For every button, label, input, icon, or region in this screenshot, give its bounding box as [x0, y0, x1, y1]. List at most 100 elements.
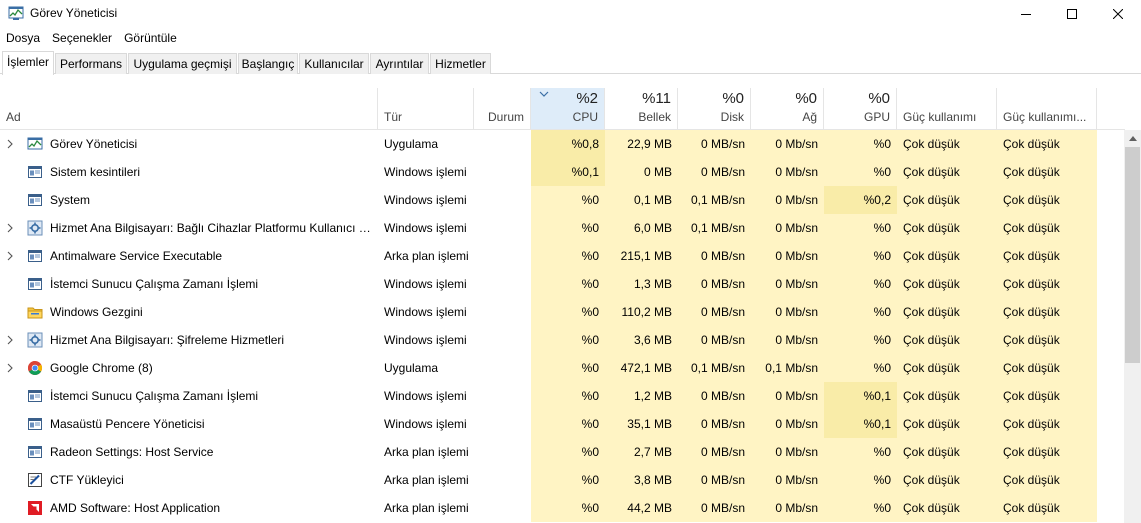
process-gpu: %0 — [824, 214, 897, 242]
process-memory: 22,9 MB — [605, 130, 678, 158]
process-power: Çok düşük — [897, 242, 997, 270]
menu-file[interactable]: Dosya — [0, 28, 46, 48]
tab-users[interactable]: Kullanıcılar — [299, 53, 369, 74]
window-title: Görev Yöneticisi — [30, 6, 118, 20]
scroll-up-button[interactable] — [1124, 130, 1141, 147]
vertical-scrollbar[interactable] — [1124, 130, 1141, 523]
tab-startup[interactable]: Başlangıç — [238, 53, 298, 74]
minimize-button[interactable] — [1003, 0, 1049, 27]
process-row[interactable]: System Windows işlemi %0 0,1 MB 0,1 MB/sn 0 M… — [0, 186, 1125, 214]
process-power: Çok düşük — [897, 354, 997, 382]
tab-details[interactable]: Ayrıntılar — [370, 53, 429, 74]
process-cpu: %0 — [531, 298, 605, 326]
process-memory: 3,8 MB — [605, 466, 678, 494]
process-row[interactable]: CTF Yükleyici Arka plan işlemi %0 3,8 MB 0 M… — [0, 466, 1125, 494]
expand-chevron-icon[interactable] — [6, 223, 14, 233]
maximize-icon — [1067, 8, 1077, 19]
process-disk: 0 MB/sn — [678, 382, 751, 410]
menu-options[interactable]: Seçenekler — [46, 28, 118, 48]
process-network: 0 Mb/sn — [751, 382, 824, 410]
tab-processes[interactable]: İşlemler — [2, 51, 54, 75]
column-header-memory[interactable]: %11 Bellek — [605, 88, 678, 129]
scroll-thumb[interactable] — [1125, 147, 1140, 363]
process-disk: 0 MB/sn — [678, 494, 751, 522]
expand-chevron-icon[interactable] — [6, 335, 14, 345]
column-header-power-trend[interactable]: Güç kullanımı... — [997, 88, 1097, 129]
process-status — [474, 466, 531, 494]
process-row[interactable]: Antimalware Service Executable Arka plan … — [0, 242, 1125, 270]
column-header-power[interactable]: Güç kullanımı — [897, 88, 997, 129]
menu-view[interactable]: Görüntüle — [118, 28, 183, 48]
process-cpu: %0 — [531, 466, 605, 494]
process-gpu: %0 — [824, 130, 897, 158]
process-power: Çok düşük — [897, 494, 997, 522]
expand-chevron-icon[interactable] — [6, 363, 14, 373]
maximize-button[interactable] — [1049, 0, 1095, 27]
process-row[interactable]: Hizmet Ana Bilgisayarı: Şifreleme Hizmet… — [0, 326, 1125, 354]
tab-performance[interactable]: Performans — [55, 53, 127, 74]
process-row[interactable]: Radeon Settings: Host Service Arka plan i… — [0, 438, 1125, 466]
process-power: Çok düşük — [897, 158, 997, 186]
gpu-total: %0 — [868, 90, 890, 107]
column-header-name[interactable]: Ad — [0, 88, 378, 129]
gear-icon — [27, 220, 43, 236]
process-row[interactable]: İstemci Sunucu Çalışma Zamanı İşlemi Wind… — [0, 382, 1125, 410]
close-button[interactable] — [1095, 0, 1141, 27]
scroll-up-arrow-icon — [1128, 136, 1137, 141]
process-row[interactable]: AMD Software: Host Application Arka plan … — [0, 494, 1125, 522]
process-network: 0 Mb/sn — [751, 298, 824, 326]
process-type: Arka plan işlemi — [384, 501, 469, 515]
tab-app-history[interactable]: Uygulama geçmişi — [128, 53, 237, 74]
process-memory: 3,6 MB — [605, 326, 678, 354]
process-disk: 0,1 MB/sn — [678, 214, 751, 242]
process-power-trend: Çok düşük — [997, 494, 1097, 522]
memory-total: %11 — [642, 90, 671, 107]
process-network: 0 Mb/sn — [751, 214, 824, 242]
process-gpu: %0,1 — [824, 382, 897, 410]
process-network: 0 Mb/sn — [751, 186, 824, 214]
process-row[interactable]: Windows Gezgini Windows işlemi %0 110,2 MB 0… — [0, 298, 1125, 326]
process-type: Windows işlemi — [384, 165, 467, 179]
process-row[interactable]: Google Chrome (8) Uygulama %0 472,1 MB 0,1 M… — [0, 354, 1125, 382]
process-row[interactable]: Hizmet Ana Bilgisayarı: Bağlı Cihazlar P… — [0, 214, 1125, 242]
process-power: Çok düşük — [897, 298, 997, 326]
system-process-icon — [28, 390, 42, 402]
column-header-cpu[interactable]: %2 CPU — [531, 88, 605, 129]
process-name: System — [50, 193, 91, 207]
process-status — [474, 326, 531, 354]
expand-chevron-icon[interactable] — [6, 139, 14, 149]
process-status — [474, 298, 531, 326]
process-memory: 110,2 MB — [605, 298, 678, 326]
process-power-trend: Çok düşük — [997, 466, 1097, 494]
column-header-network[interactable]: %0 Ağ — [751, 88, 824, 129]
process-gpu: %0 — [824, 270, 897, 298]
process-network: 0 Mb/sn — [751, 494, 824, 522]
expand-chevron-icon[interactable] — [6, 251, 14, 261]
process-row[interactable]: Sistem kesintileri Windows işlemi %0,1 0 MB… — [0, 158, 1125, 186]
process-status — [474, 382, 531, 410]
process-power-trend: Çok düşük — [997, 354, 1097, 382]
process-network: 0 Mb/sn — [751, 130, 824, 158]
system-process-icon — [28, 278, 42, 290]
process-network: 0 Mb/sn — [751, 242, 824, 270]
column-header-type[interactable]: Tür — [378, 88, 474, 129]
process-row[interactable]: Görev Yöneticisi Uygulama %0,8 22,9 MB 0 MB/… — [0, 130, 1125, 158]
process-disk: 0 MB/sn — [678, 130, 751, 158]
process-memory: 0 MB — [605, 158, 678, 186]
task-manager-icon — [8, 6, 24, 20]
process-name: Windows Gezgini — [50, 305, 143, 319]
process-status — [474, 270, 531, 298]
process-network: 0 Mb/sn — [751, 438, 824, 466]
process-type: Arka plan işlemi — [384, 445, 469, 459]
system-process-icon — [28, 194, 42, 206]
column-header-gpu[interactable]: %0 GPU — [824, 88, 897, 129]
column-header-disk[interactable]: %0 Disk — [678, 88, 751, 129]
process-row[interactable]: İstemci Sunucu Çalışma Zamanı İşlemi Wind… — [0, 270, 1125, 298]
column-header-status[interactable]: Durum — [474, 88, 531, 129]
process-memory: 44,2 MB — [605, 494, 678, 522]
process-row[interactable]: Masaüstü Pencere Yöneticisi Windows işlem… — [0, 410, 1125, 438]
process-disk: 0 MB/sn — [678, 298, 751, 326]
process-power: Çok düşük — [897, 382, 997, 410]
process-cpu: %0 — [531, 354, 605, 382]
tab-services[interactable]: Hizmetler — [430, 53, 491, 74]
